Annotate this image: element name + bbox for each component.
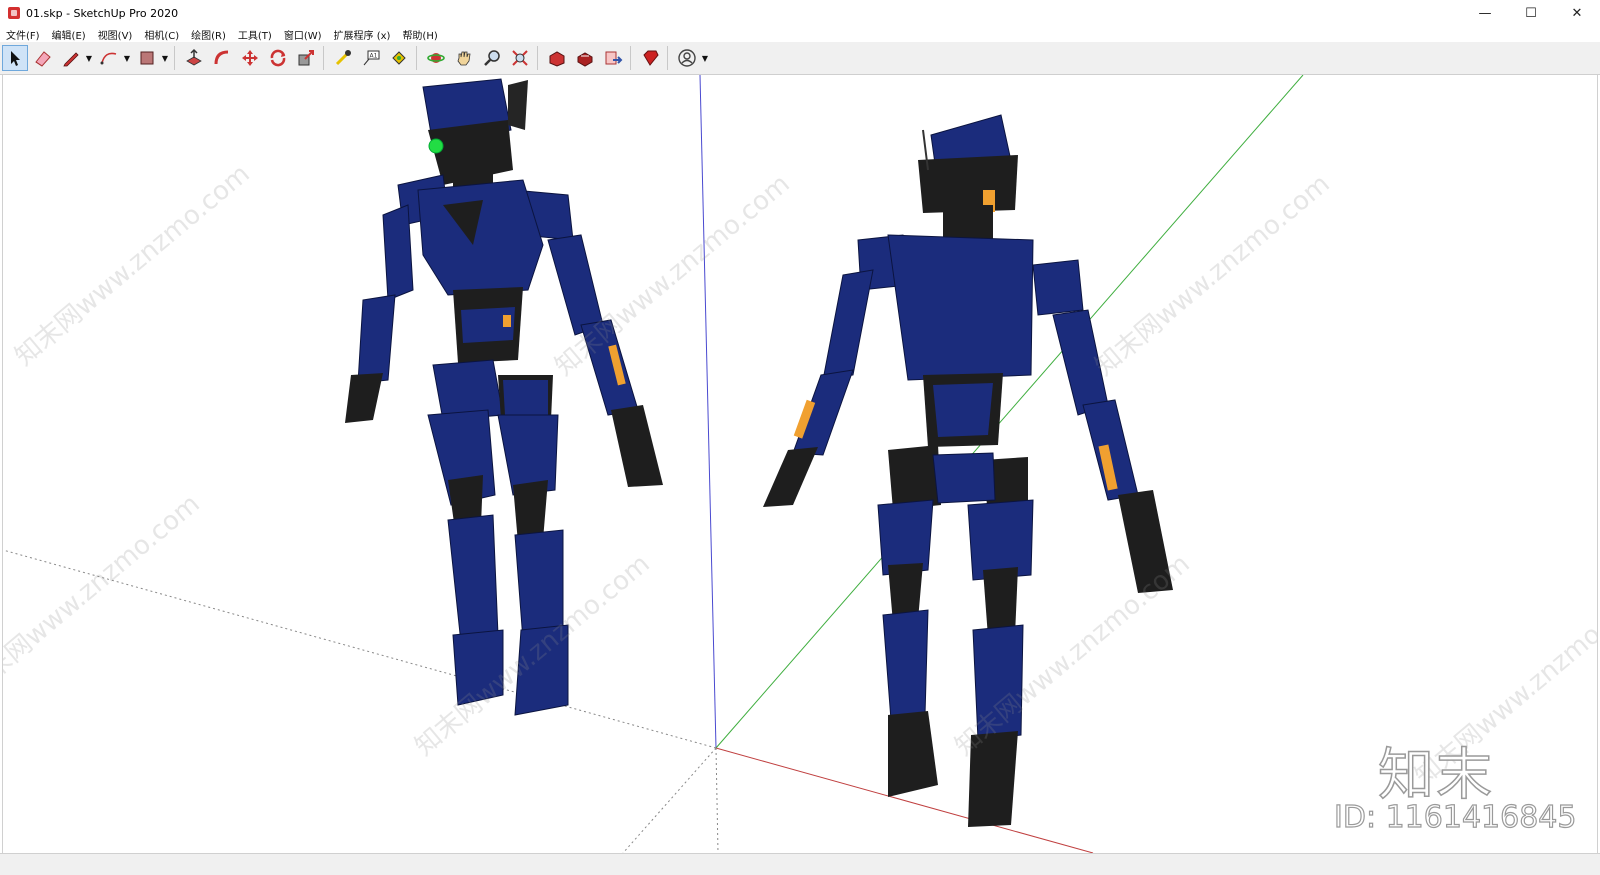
push-pull-tool-button[interactable]	[181, 45, 207, 71]
tape-measure-icon	[335, 50, 351, 66]
send-to-layout-icon	[605, 51, 623, 65]
eraser-icon	[35, 51, 51, 67]
toolbar-separator	[537, 46, 538, 70]
push-pull-icon	[186, 48, 202, 66]
shape-tool-button[interactable]	[134, 45, 160, 71]
menu-camera[interactable]: 相机(C)	[144, 27, 179, 42]
select-tool-button[interactable]	[2, 45, 28, 71]
pan-icon	[457, 51, 471, 66]
scale-icon	[298, 50, 314, 66]
znzmo-logo: 知末	[1377, 742, 1494, 809]
model-id-label: ID: 1161416845	[1333, 799, 1577, 835]
window-title: 01.skp - SketchUp Pro 2020	[26, 6, 179, 20]
ruby-icon	[643, 50, 659, 66]
menu-help[interactable]: 帮助(H)	[402, 27, 437, 42]
pencil-icon	[63, 52, 79, 67]
account-button[interactable]	[674, 45, 700, 71]
account-dropdown-icon[interactable]: ▼	[700, 45, 710, 71]
toolbar-separator	[667, 46, 668, 70]
menu-bar: 文件(F) 编辑(E) 视图(V) 相机(C) 绘图(R) 工具(T) 窗口(W…	[0, 26, 1600, 42]
shape-icon	[140, 51, 154, 65]
menu-draw[interactable]: 绘图(R)	[191, 27, 226, 42]
extension-warehouse-icon	[577, 52, 593, 67]
arc-dropdown-icon[interactable]: ▼	[122, 45, 132, 71]
follow-me-tool-button[interactable]	[209, 45, 235, 71]
toolbar-separator	[416, 46, 417, 70]
text-tool-button[interactable]: A1	[358, 45, 384, 71]
follow-me-icon	[214, 50, 229, 65]
move-tool-button[interactable]	[237, 45, 263, 71]
send-to-layout-button[interactable]	[600, 45, 626, 71]
svg-text:A1: A1	[370, 53, 378, 60]
zoom-icon	[484, 50, 500, 66]
zoom-extents-tool-button[interactable]	[507, 45, 533, 71]
arc-tool-button[interactable]	[96, 45, 122, 71]
green-axis-dashed-line	[622, 747, 717, 853]
menu-edit[interactable]: 编辑(E)	[52, 27, 86, 42]
rotate-tool-button[interactable]	[265, 45, 291, 71]
pencil-tool-button[interactable]	[58, 45, 84, 71]
close-button[interactable]: ✕	[1554, 0, 1600, 26]
main-toolbar: ▼ ▼ ▼ A1 ▼	[0, 42, 1600, 75]
menu-tools[interactable]: 工具(T)	[238, 27, 272, 42]
title-bar: 01.skp - SketchUp Pro 2020 — ☐ ✕	[0, 0, 1600, 26]
zoom-tool-button[interactable]	[479, 45, 505, 71]
account-icon	[678, 49, 696, 67]
ruby-console-button[interactable]	[637, 45, 663, 71]
minimize-button[interactable]: —	[1462, 0, 1508, 26]
window-controls: — ☐ ✕	[1462, 0, 1600, 26]
zoom-extents-icon	[512, 50, 528, 66]
orbit-tool-button[interactable]	[423, 45, 449, 71]
robot-front-model	[345, 78, 663, 716]
status-bar	[0, 853, 1600, 875]
rotate-icon	[270, 49, 286, 67]
tape-measure-tool-button[interactable]	[330, 45, 356, 71]
pan-tool-button[interactable]	[451, 45, 477, 71]
text-icon: A1	[363, 50, 380, 66]
menu-extensions[interactable]: 扩展程序 (x)	[334, 27, 391, 42]
extension-warehouse-button[interactable]	[572, 45, 598, 71]
pencil-dropdown-icon[interactable]: ▼	[84, 45, 94, 71]
toolbar-separator	[174, 46, 175, 70]
menu-view[interactable]: 视图(V)	[98, 27, 133, 42]
toolbar-separator	[630, 46, 631, 70]
menu-window[interactable]: 窗口(W)	[284, 27, 322, 42]
move-icon	[242, 50, 258, 66]
menu-file[interactable]: 文件(F)	[6, 27, 40, 42]
eraser-tool-button[interactable]	[30, 45, 56, 71]
paint-bucket-icon	[392, 51, 406, 65]
blue-axis-dashed-line	[715, 747, 719, 853]
paint-bucket-tool-button[interactable]	[386, 45, 412, 71]
select-icon	[11, 51, 20, 66]
sketchup-logo-icon	[8, 7, 20, 19]
3d-warehouse-button[interactable]	[544, 45, 570, 71]
blue-axis-line	[699, 75, 717, 749]
orbit-icon	[427, 53, 445, 63]
maximize-button[interactable]: ☐	[1508, 0, 1554, 26]
model-viewport[interactable]: 知末网www.znzmo.com 知末网www.znzmo.com 知末网www…	[2, 75, 1598, 853]
shape-dropdown-icon[interactable]: ▼	[160, 45, 170, 71]
scale-tool-button[interactable]	[293, 45, 319, 71]
warehouse-icon	[549, 51, 565, 67]
arc-icon	[100, 52, 117, 65]
toolbar-separator	[323, 46, 324, 70]
